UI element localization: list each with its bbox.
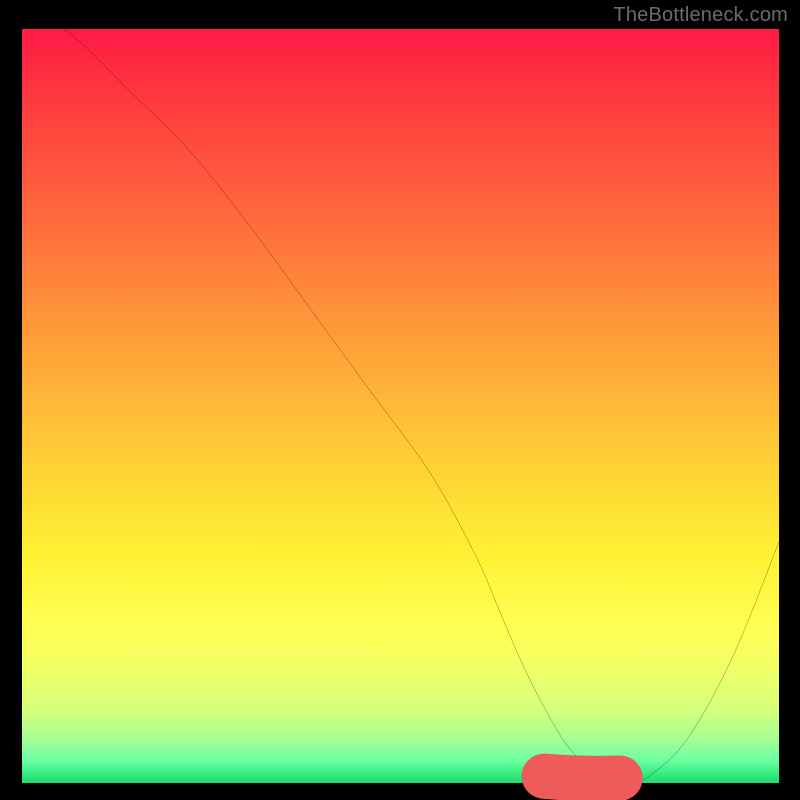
watermark-text: TheBottleneck.com: [613, 4, 788, 27]
chart-plot-area: [22, 29, 779, 783]
bottleneck-curve-svg: [22, 29, 779, 783]
flat-segment-path: [544, 776, 650, 778]
bottleneck-curve-path: [22, 0, 779, 780]
